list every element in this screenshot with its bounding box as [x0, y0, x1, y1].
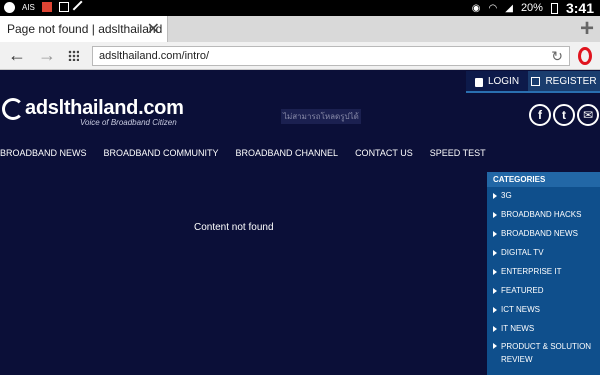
logo-text: adslthailand.com — [25, 97, 184, 119]
logo-swirl-icon — [2, 97, 24, 120]
reload-icon[interactable]: ↻ — [551, 48, 563, 65]
back-arrow-icon[interactable]: ← — [8, 45, 26, 65]
tab-title: Page not found | adslthailand — [7, 22, 163, 36]
speed-dial-grid-icon[interactable] — [68, 50, 79, 61]
category-broadband-hacks[interactable]: BROADBAND HACKS — [487, 206, 600, 225]
tab-strip: Page not found | adslthailand ✕ + — [0, 16, 600, 42]
url-text: adslthailand.com/intro/ — [99, 50, 210, 62]
logo-tagline: Voice of Broadband Citizen — [80, 118, 177, 127]
category-broadband-news[interactable]: BROADBAND NEWS — [487, 225, 600, 244]
ais-signal-icon: AIS — [22, 2, 35, 12]
account-bar: LOGIN REGISTER — [466, 71, 600, 93]
nav-contact-us[interactable]: CONTACT US — [355, 148, 413, 158]
forward-arrow-icon[interactable]: → — [38, 45, 56, 65]
main-nav: BROADBAND NEWS BROADBAND COMMUNITY BROAD… — [0, 148, 486, 158]
video-chat-icon — [4, 1, 15, 13]
content-not-found-message: Content not found — [194, 222, 274, 233]
category-enterprise-it[interactable]: ENTERPRISE IT — [487, 263, 600, 282]
muted-icon — [41, 2, 52, 12]
register-label: REGISTER — [545, 75, 597, 87]
battery-level: 20% — [520, 2, 543, 14]
wifi-icon: ◠ — [488, 2, 498, 14]
email-icon[interactable]: ✉ — [577, 104, 599, 126]
browser-toolbar: ← → adslthailand.com/intro/ ↻ — [0, 42, 600, 70]
twitter-icon[interactable]: t — [553, 104, 575, 126]
opera-menu-icon[interactable] — [578, 47, 592, 65]
category-review-label: REVIEW — [501, 355, 533, 364]
login-button[interactable]: LOGIN — [466, 71, 528, 93]
nfc-icon: ◉ — [471, 2, 481, 14]
category-ict-news[interactable]: ICT NEWS — [487, 301, 600, 320]
category-digital-tv[interactable]: DIGITAL TV — [487, 244, 600, 263]
new-tab-icon[interactable]: + — [580, 16, 594, 42]
nav-broadband-channel[interactable]: BROADBAND CHANNEL — [236, 148, 339, 158]
category-3g[interactable]: 3G — [487, 187, 600, 206]
web-page: LOGIN REGISTER adslthailand.com Voice of… — [0, 71, 600, 375]
facebook-icon[interactable]: f — [529, 104, 551, 126]
category-product-solution-label: PRODUCT & SOLUTION — [501, 342, 592, 351]
lock-icon — [474, 77, 483, 87]
close-tab-icon[interactable]: ✕ — [147, 19, 160, 39]
site-logo[interactable]: adslthailand.com — [2, 97, 184, 120]
wrench-icon — [72, 0, 86, 14]
battery-icon — [550, 2, 558, 14]
nav-speed-test[interactable]: SPEED TEST — [430, 148, 486, 158]
signal-icon: ◢ — [505, 2, 513, 14]
categories-title: CATEGORIES — [487, 172, 600, 187]
address-bar[interactable]: adslthailand.com/intro/ ↻ — [92, 46, 570, 66]
category-product-solution-review[interactable]: PRODUCT & SOLUTION REVIEW — [487, 339, 600, 365]
social-links: f t ✉ — [529, 104, 599, 126]
categories-sidebar: CATEGORIES 3G BROADBAND HACKS BROADBAND … — [487, 172, 600, 375]
browser-tab[interactable]: Page not found | adslthailand ✕ — [0, 16, 168, 42]
status-bar: AIS ◉ ◠ ◢ 20% 3:41 — [0, 0, 600, 16]
login-label: LOGIN — [487, 75, 520, 87]
nav-broadband-community[interactable]: BROADBAND COMMUNITY — [104, 148, 219, 158]
edit-icon — [531, 76, 541, 86]
category-featured[interactable]: FEATURED — [487, 282, 600, 301]
register-button[interactable]: REGISTER — [528, 71, 600, 93]
crossed-icon — [58, 2, 69, 12]
image-load-failed-text: ไม่สามารถโหลดรูปได้ — [281, 109, 361, 124]
clock: 3:41 — [565, 0, 594, 16]
category-it-news[interactable]: IT NEWS — [487, 320, 600, 339]
nav-broadband-news[interactable]: BROADBAND NEWS — [0, 148, 87, 158]
